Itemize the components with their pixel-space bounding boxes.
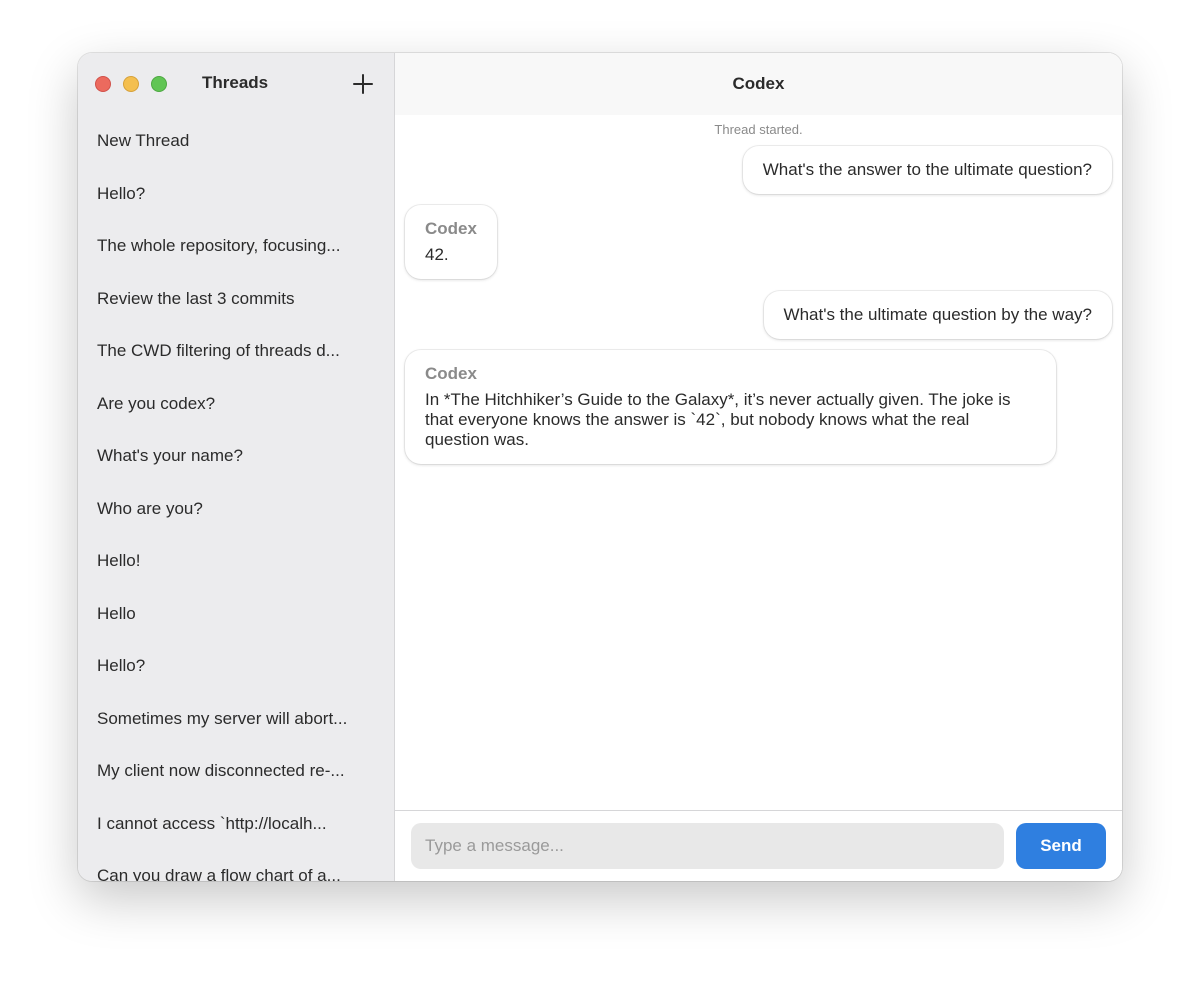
thread-item[interactable]: My client now disconnected re-... — [78, 745, 394, 798]
thread-started-note: Thread started. — [714, 122, 803, 137]
chat-panel: Codex Thread started. What's the answer … — [395, 53, 1122, 881]
message-sender: Codex — [425, 364, 477, 383]
message-text: What's the answer to the ultimate questi… — [762, 160, 1092, 179]
thread-item[interactable]: Sometimes my server will abort... — [78, 693, 394, 746]
thread-list: New Thread Hello? The whole repository, … — [78, 115, 394, 881]
thread-item[interactable]: Review the last 3 commits — [78, 273, 394, 326]
composer: Send — [395, 810, 1122, 881]
assistant-message: Codex In *The Hitchhiker’s Guide to the … — [405, 350, 1056, 464]
plus-icon[interactable] — [350, 71, 376, 97]
message-text: In *The Hitchhiker’s Guide to the Galaxy… — [425, 390, 1011, 449]
thread-item[interactable]: Hello! — [78, 535, 394, 588]
message-list: Thread started. What's the answer to the… — [395, 115, 1122, 811]
chat-title: Codex — [395, 53, 1122, 115]
window-close-button[interactable] — [95, 76, 111, 92]
message-text: 42. — [425, 245, 449, 264]
message-sender: Codex — [425, 219, 477, 238]
thread-item[interactable]: Can you draw a flow chart of a... — [78, 850, 394, 881]
assistant-message: Codex 42. — [405, 205, 497, 279]
user-message: What's the answer to the ultimate questi… — [742, 146, 1112, 194]
thread-item[interactable]: Are you codex? — [78, 378, 394, 431]
thread-item[interactable]: Hello? — [78, 168, 394, 221]
thread-item[interactable]: Hello? — [78, 640, 394, 693]
sidebar-header: Threads — [78, 53, 394, 115]
thread-item[interactable]: The CWD filtering of threads d... — [78, 325, 394, 378]
app-window: Threads New Thread Hello? The whole repo… — [78, 53, 1122, 881]
thread-item[interactable]: What's your name? — [78, 430, 394, 483]
sidebar-title: Threads — [202, 73, 269, 92]
message-text: What's the ultimate question by the way? — [783, 305, 1092, 324]
message-input[interactable] — [411, 823, 1004, 869]
thread-item[interactable]: Hello — [78, 588, 394, 641]
thread-item[interactable]: Who are you? — [78, 483, 394, 536]
thread-item[interactable]: New Thread — [78, 115, 394, 168]
window-maximize-button[interactable] — [151, 76, 167, 92]
user-message: What's the ultimate question by the way? — [763, 291, 1112, 339]
sidebar: Threads New Thread Hello? The whole repo… — [78, 53, 395, 881]
thread-item[interactable]: The whole repository, focusing... — [78, 220, 394, 273]
send-button[interactable]: Send — [1016, 823, 1106, 869]
window-minimize-button[interactable] — [123, 76, 139, 92]
thread-item[interactable]: I cannot access `http://localh... — [78, 798, 394, 851]
